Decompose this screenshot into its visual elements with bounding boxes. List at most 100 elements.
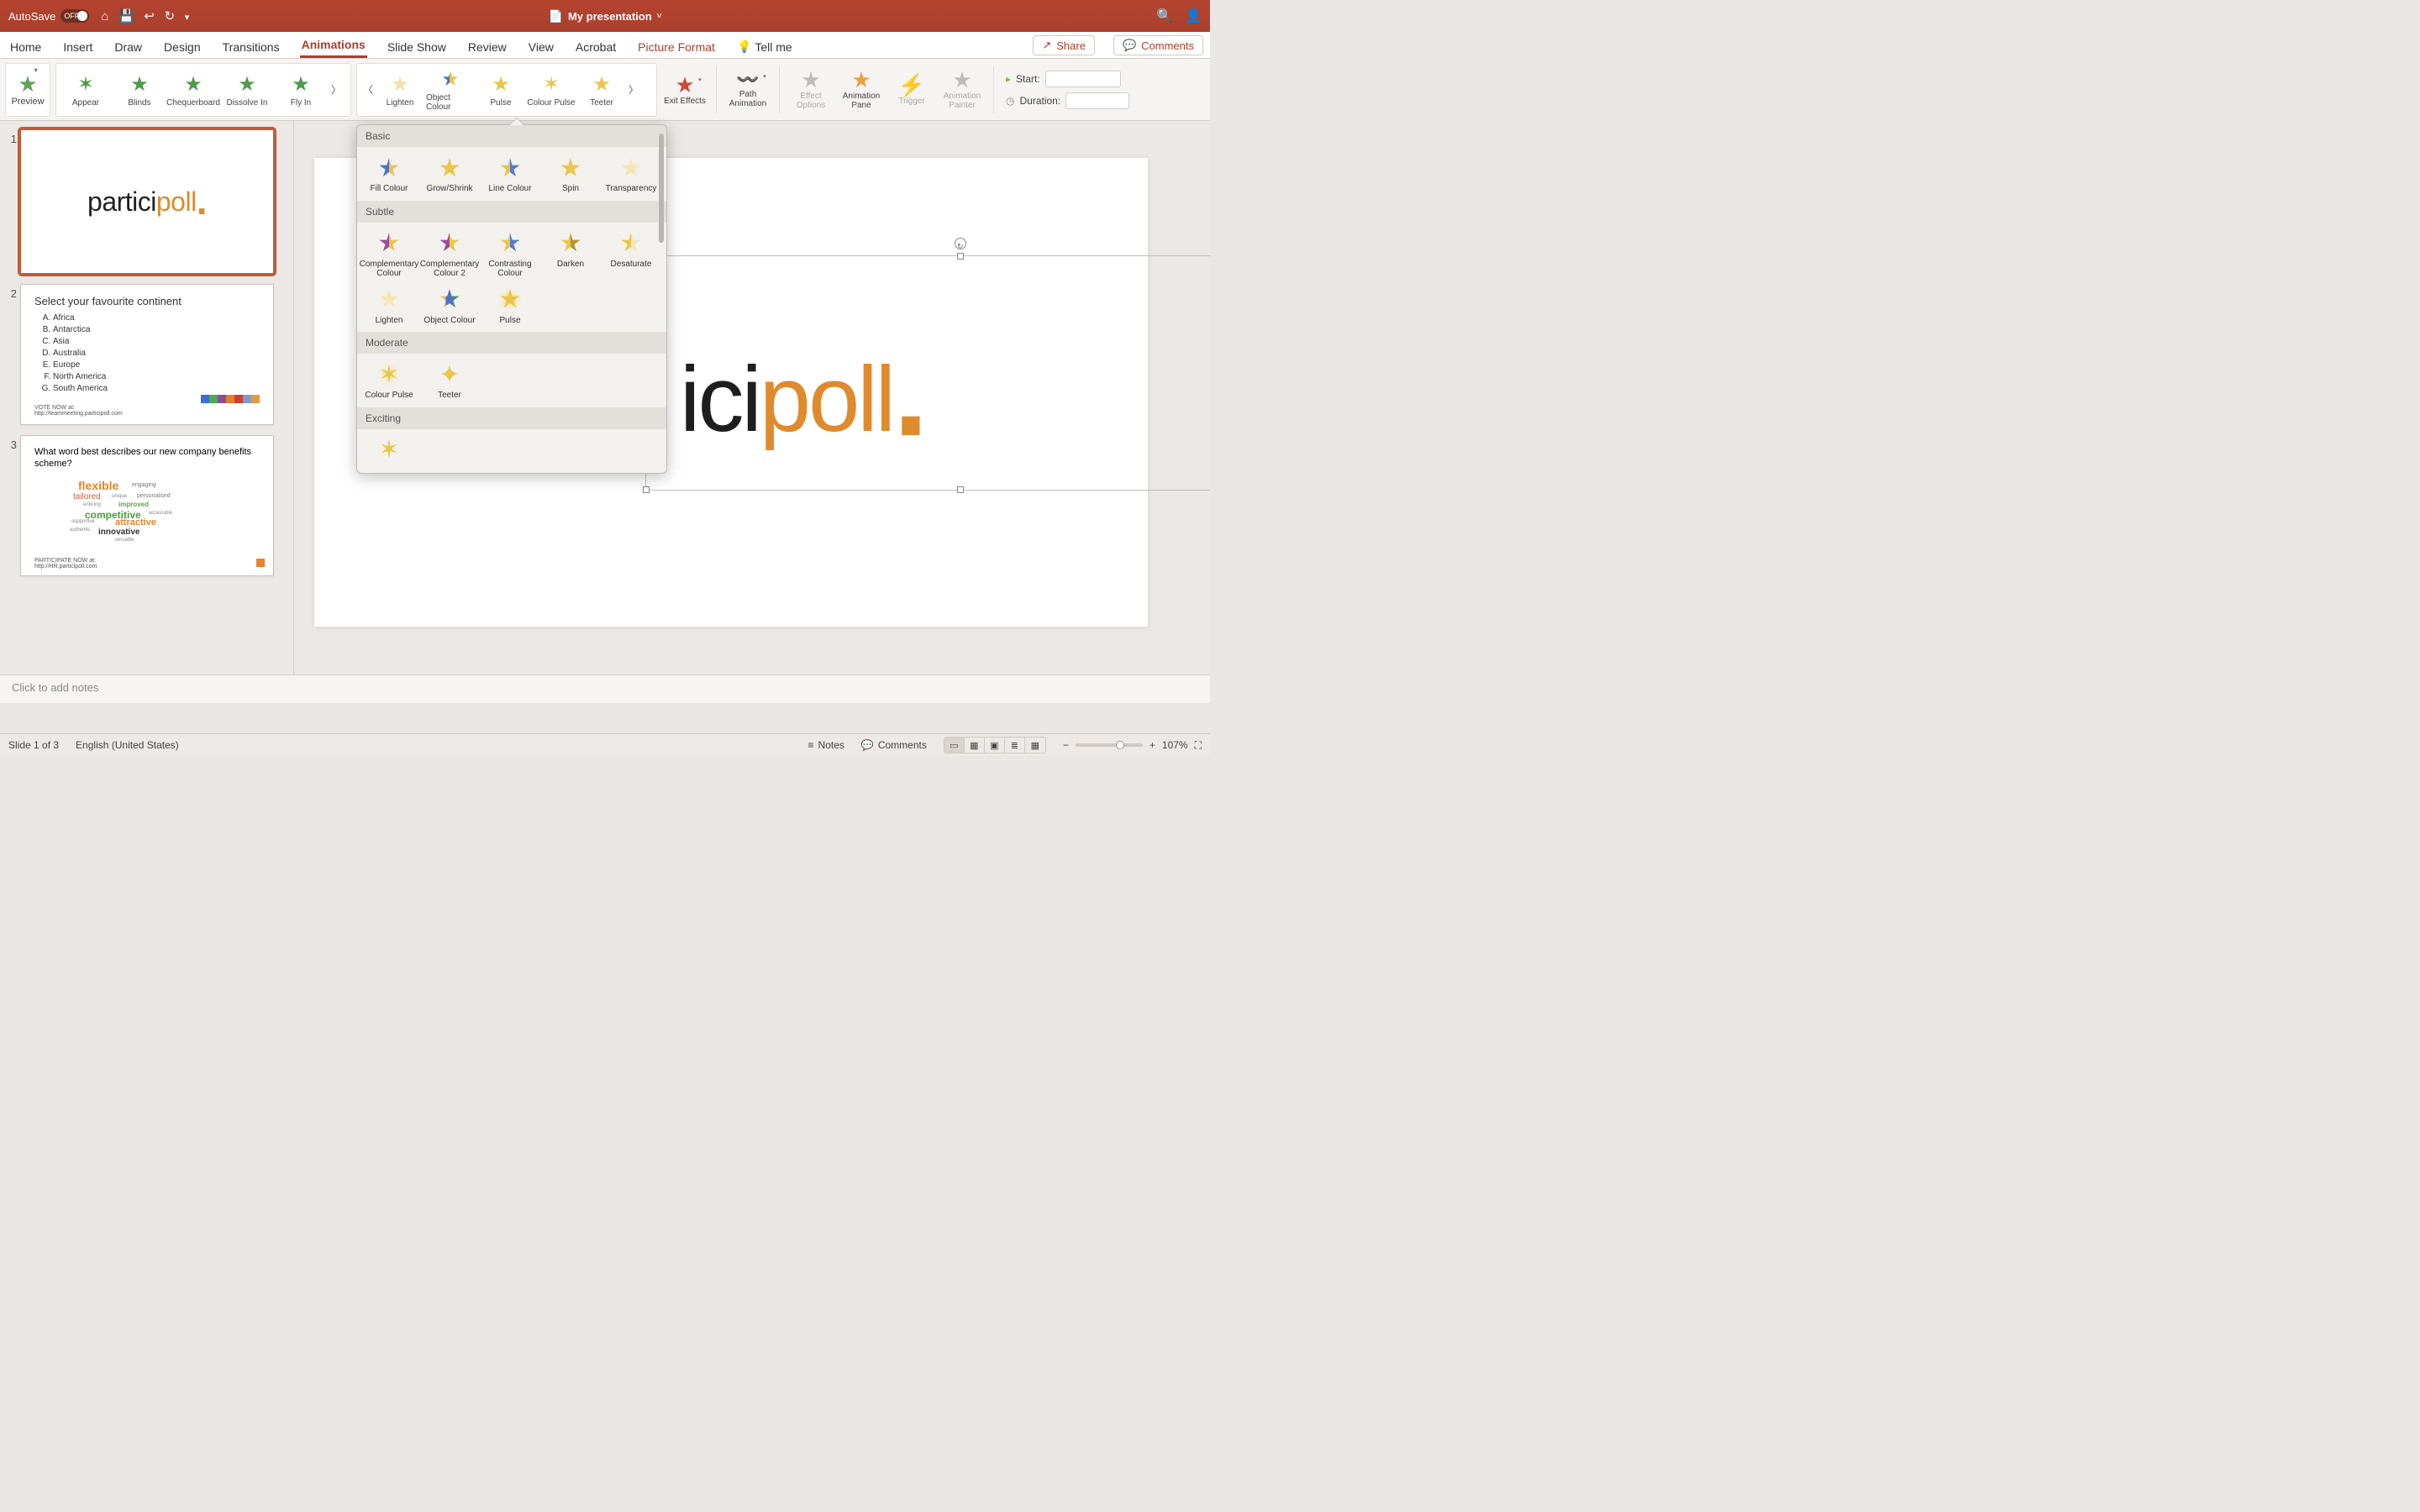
tab-picture-format[interactable]: Picture Format xyxy=(636,35,717,58)
rotate-handle[interactable] xyxy=(955,238,966,249)
qat-more-icon[interactable]: ▾ xyxy=(185,13,190,23)
tab-view[interactable]: View xyxy=(527,35,555,58)
slide-count[interactable]: Slide 1 of 3 xyxy=(8,739,59,751)
tab-acrobat[interactable]: Acrobat xyxy=(574,35,618,58)
chevron-down-icon[interactable]: ▾ xyxy=(34,66,38,74)
play-icon: ▸ xyxy=(1006,73,1011,85)
effect-exciting-item[interactable]: ✶ xyxy=(359,434,419,468)
normal-view-icon[interactable]: ▭ xyxy=(944,738,965,753)
effect-appear[interactable]: ✶Appear xyxy=(61,72,110,108)
effect-spin[interactable]: ★Spin xyxy=(540,152,601,196)
effect-object-colour[interactable]: ★Object Colour xyxy=(426,67,475,112)
slide-thumbnail-3[interactable]: What word best describes our new company… xyxy=(20,435,274,576)
tab-draw[interactable]: Draw xyxy=(113,35,144,58)
preview-button[interactable]: ★▾ Preview xyxy=(5,63,50,117)
effect-dissolve-in[interactable]: ★Dissolve In xyxy=(223,72,271,108)
undo-icon[interactable]: ↩ xyxy=(144,9,155,24)
dropdown-section-subtle: Subtle xyxy=(357,201,666,223)
comments-toggle[interactable]: 💬Comments xyxy=(861,739,927,751)
slide-thumbnail-2[interactable]: Select your favourite continent AfricaAn… xyxy=(20,284,274,425)
star-icon: ★ xyxy=(592,72,611,97)
selected-picture-box[interactable]: icipoll. xyxy=(645,255,1210,491)
outline-view-icon[interactable]: ≣ xyxy=(1005,738,1025,753)
ribbon-body: ★▾ Preview ✶Appear ★Blinds ★Chequerboard… xyxy=(0,59,1210,121)
participoll-logo-large: icipoll. xyxy=(680,315,926,460)
effect-colour-pulse[interactable]: ✶Colour Pulse xyxy=(359,359,419,402)
start-input[interactable] xyxy=(1045,71,1121,87)
zoom-controls: − + 107% ⛶ xyxy=(1063,739,1202,752)
effect-options-button: ★ Effect Options xyxy=(788,69,834,110)
slide3-title: What word best describes our new company… xyxy=(34,446,260,470)
effect-line-colour[interactable]: ★Line Colour xyxy=(480,152,540,196)
chevron-down-icon[interactable]: ▾ xyxy=(698,77,702,83)
tab-review[interactable]: Review xyxy=(466,35,508,58)
tab-slideshow[interactable]: Slide Show xyxy=(386,35,448,58)
star-icon: ★ xyxy=(499,229,522,260)
slide-thumbnail-panel[interactable]: 1 participoll. 2 Select your favourite c… xyxy=(0,121,294,675)
notes-toggle[interactable]: ≡Notes xyxy=(808,739,844,751)
effect-teeter[interactable]: ✦Teeter xyxy=(419,359,480,402)
redo-icon[interactable]: ↻ xyxy=(165,9,176,24)
zoom-slider[interactable] xyxy=(1076,743,1143,747)
title-chevron-icon[interactable]: ˅ xyxy=(657,12,662,21)
effect-blinds[interactable]: ★Blinds xyxy=(115,72,164,108)
gallery-prev-icon[interactable]: 〈 xyxy=(362,82,374,97)
zoom-in-icon[interactable]: + xyxy=(1150,739,1155,751)
resize-handle-n[interactable] xyxy=(957,253,964,260)
effect-desaturate[interactable]: ★Desaturate xyxy=(601,228,661,281)
effect-chequerboard[interactable]: ★Chequerboard xyxy=(169,72,218,108)
effect-darken[interactable]: ★Darken xyxy=(540,228,601,281)
account-icon[interactable]: 👤 xyxy=(1185,8,1202,24)
effect-lighten[interactable]: ★Lighten xyxy=(376,72,424,108)
tab-insert[interactable]: Insert xyxy=(61,35,94,58)
fit-to-window-icon[interactable]: ⛶ xyxy=(1195,739,1202,752)
tab-design[interactable]: Design xyxy=(162,35,203,58)
tab-animations[interactable]: Animations xyxy=(300,33,367,58)
home-icon[interactable]: ⌂ xyxy=(101,9,108,24)
star-icon: ★ xyxy=(378,286,401,316)
effect-pulse[interactable]: ★Pulse xyxy=(476,72,525,108)
effect-transparency[interactable]: ★Transparency xyxy=(601,152,661,196)
effect-contrasting-colour[interactable]: ★Contrasting Colour xyxy=(480,228,540,281)
emphasis-effects-dropdown[interactable]: Basic ★Fill Colour ★Grow/Shrink ★Line Co… xyxy=(356,124,667,474)
path-animation-button[interactable]: 〰️▾ Path Animation xyxy=(725,71,771,108)
search-icon[interactable]: 🔍 xyxy=(1156,8,1173,24)
notes-area[interactable]: Click to add notes xyxy=(0,675,1210,703)
resize-handle-s[interactable] xyxy=(957,486,964,493)
zoom-slider-knob[interactable] xyxy=(1116,741,1124,749)
effect-object-colour[interactable]: ★Object Colour xyxy=(419,284,480,328)
effect-fill-colour[interactable]: ★Fill Colour xyxy=(359,152,419,196)
tab-home[interactable]: Home xyxy=(8,35,43,58)
chevron-down-icon[interactable]: ▾ xyxy=(763,74,766,80)
exit-effects-button[interactable]: ★▾ Exit Effects xyxy=(662,74,708,106)
comments-button[interactable]: 💬Comments xyxy=(1113,35,1203,55)
gallery-next-icon[interactable]: 〉 xyxy=(628,82,639,97)
document-title[interactable]: 📄 My presentation ˅ xyxy=(549,9,662,24)
star-icon: ★ xyxy=(184,72,203,97)
sorter-view-icon[interactable]: ▦ xyxy=(965,738,985,753)
save-icon[interactable]: 💾 xyxy=(118,9,134,24)
reading-view-icon[interactable]: ▣ xyxy=(985,738,1005,753)
effect-lighten[interactable]: ★Lighten xyxy=(359,284,419,328)
slide-thumbnail-1[interactable]: participoll. xyxy=(20,129,274,274)
effect-fly-in[interactable]: ★Fly In xyxy=(276,72,325,108)
animation-pane-button[interactable]: ★ Animation Pane xyxy=(839,69,884,110)
tab-transitions[interactable]: Transitions xyxy=(221,35,281,58)
zoom-percent[interactable]: 107% xyxy=(1162,739,1188,751)
effect-pulse[interactable]: ★Pulse xyxy=(480,284,540,328)
effect-colour-pulse[interactable]: ✶Colour Pulse xyxy=(527,72,576,108)
tell-me[interactable]: 💡Tell me xyxy=(735,34,794,58)
language-indicator[interactable]: English (United States) xyxy=(76,739,179,751)
effect-complementary-colour-2[interactable]: ★Complementary Colour 2 xyxy=(419,228,480,281)
share-button[interactable]: ↗Share xyxy=(1033,35,1095,55)
autosave-toggle[interactable]: AutoSave OFF xyxy=(8,9,89,23)
zoom-out-icon[interactable]: − xyxy=(1063,739,1069,751)
effect-complementary-colour[interactable]: ★Complementary Colour xyxy=(359,228,419,281)
effect-teeter[interactable]: ★Teeter xyxy=(577,72,626,108)
resize-handle-sw[interactable] xyxy=(643,486,650,493)
effect-grow-shrink[interactable]: ★Grow/Shrink xyxy=(419,152,480,196)
duration-input[interactable] xyxy=(1065,92,1129,109)
slideshow-view-icon[interactable]: ▦ xyxy=(1025,738,1045,753)
gallery-next-icon[interactable]: 〉 xyxy=(330,82,342,97)
dropdown-scrollbar[interactable] xyxy=(659,134,664,243)
